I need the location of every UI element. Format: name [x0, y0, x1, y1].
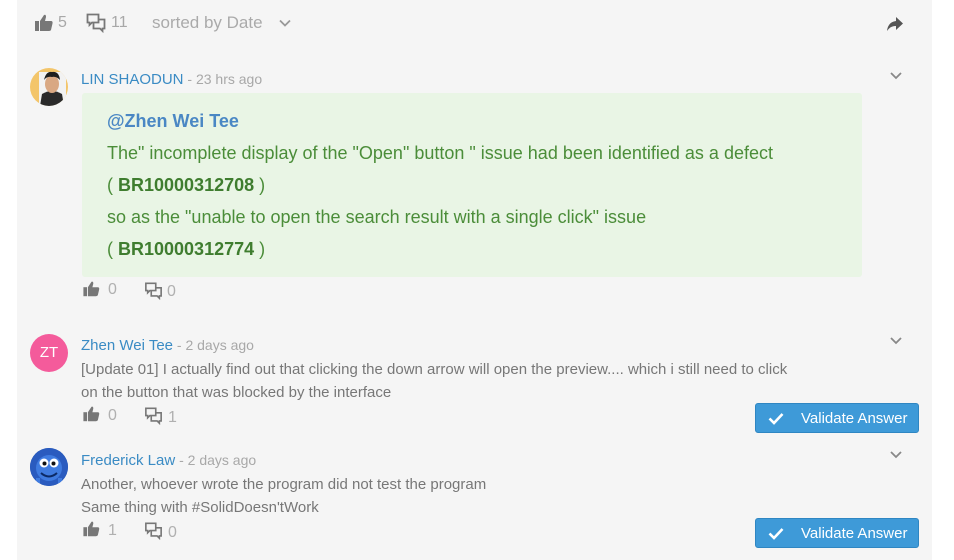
check-icon: [768, 528, 784, 540]
likes-count: 1: [108, 522, 117, 539]
author-name[interactable]: Frederick Law: [81, 452, 175, 469]
defect-reference: ( BR10000312774 ): [107, 239, 265, 260]
quote-block: @Zhen Wei Tee The" incomplete display of…: [82, 93, 862, 277]
check-icon: [768, 413, 784, 425]
validate-answer-label: Validate Answer: [801, 525, 908, 542]
comments-panel: 5 11 sorted by Date LIN SHAODUN - 23 hrs…: [17, 0, 932, 560]
thumbs-up-icon[interactable]: [82, 280, 101, 298]
chevron-down-icon[interactable]: [278, 16, 292, 30]
timestamp: - 2 days ago: [175, 452, 257, 468]
paren-close: ): [254, 175, 266, 195]
validate-answer-label: Validate Answer: [801, 410, 908, 427]
comment-text: on the button that was blocked by the in…: [81, 384, 392, 401]
author-name[interactable]: Zhen Wei Tee: [81, 337, 173, 354]
thumbs-up-icon[interactable]: [34, 13, 54, 33]
comment-text: [Update 01] I actually find out that cli…: [81, 361, 788, 378]
timestamp: - 23 hrs ago: [183, 71, 263, 87]
defect-id: BR10000312708: [118, 175, 255, 195]
likes-count: 0: [108, 281, 117, 298]
reply-icon[interactable]: [144, 407, 163, 425]
avatar-cartoon: [30, 448, 68, 486]
comments-count: 11: [111, 14, 128, 31]
defect-reference: ( BR10000312708 ): [107, 175, 265, 196]
chevron-down-icon[interactable]: [889, 450, 903, 460]
sort-dropdown[interactable]: sorted by Date: [152, 13, 263, 33]
validate-answer-button[interactable]: Validate Answer: [755, 403, 919, 433]
replies-count: 0: [168, 524, 177, 541]
avatar-initials: ZT: [39, 344, 59, 361]
likes-count: 5: [58, 14, 67, 31]
thumbs-up-icon[interactable]: [82, 405, 101, 423]
reply-icon[interactable]: [144, 522, 163, 540]
reply-icon[interactable]: [144, 282, 163, 300]
quote-line: The" incomplete display of the "Open" bu…: [107, 143, 773, 163]
timestamp: - 2 days ago: [173, 337, 254, 353]
avatar[interactable]: [30, 68, 68, 106]
paren-close: ): [254, 239, 266, 259]
mention-link[interactable]: @Zhen Wei Tee: [107, 111, 239, 131]
chevron-down-icon[interactable]: [889, 336, 903, 346]
comment-text: Another, whoever wrote the program did n…: [81, 476, 487, 493]
thumbs-up-icon[interactable]: [82, 520, 101, 538]
chevron-down-icon[interactable]: [889, 71, 903, 81]
avatar[interactable]: ZT: [30, 334, 68, 372]
share-icon[interactable]: [885, 14, 905, 34]
comments-icon[interactable]: [86, 13, 106, 33]
paren-open: (: [107, 175, 118, 195]
validate-answer-button[interactable]: Validate Answer: [755, 518, 919, 548]
author-name[interactable]: LIN SHAODUN: [81, 71, 184, 88]
quote-line: so as the "unable to open the search res…: [107, 207, 647, 227]
likes-count: 0: [108, 407, 117, 424]
paren-open: (: [107, 239, 118, 259]
defect-id: BR10000312774: [118, 239, 255, 259]
comment-text: Same thing with #SolidDoesn'tWork: [81, 499, 319, 516]
replies-count: 0: [167, 283, 176, 300]
comments-toolbar: 5 11 sorted by Date: [17, 0, 932, 46]
avatar[interactable]: [30, 448, 68, 486]
replies-count: 1: [168, 409, 177, 426]
avatar-photo: [30, 68, 68, 106]
